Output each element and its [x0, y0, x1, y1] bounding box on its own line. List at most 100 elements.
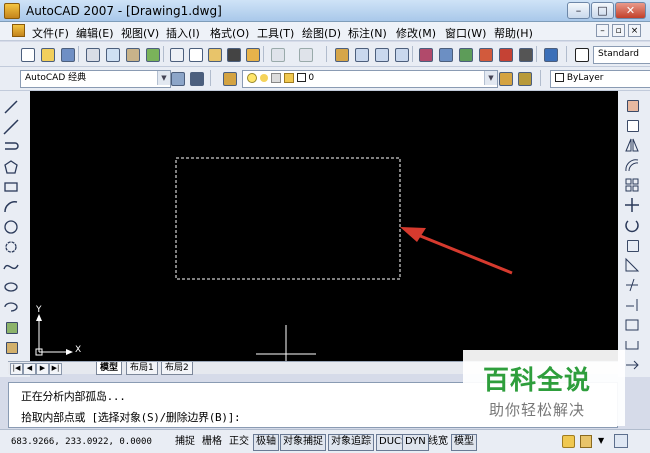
maximize-button[interactable]: □: [591, 2, 614, 19]
mdi-close-button[interactable]: ×: [628, 24, 641, 37]
menu-dimension[interactable]: 标注(N): [348, 25, 387, 41]
minimize-button[interactable]: –: [567, 2, 590, 19]
selected-rectangle[interactable]: [175, 157, 401, 280]
open-icon[interactable]: [38, 45, 56, 63]
menu-edit[interactable]: 编辑(E): [76, 25, 114, 41]
mdi-minimize-button[interactable]: –: [596, 24, 609, 37]
tab-layout2[interactable]: 布局2: [161, 362, 193, 375]
insert-block-icon[interactable]: [3, 319, 19, 335]
previous-tab-button[interactable]: ◀: [23, 363, 36, 375]
cut-icon[interactable]: [167, 45, 185, 63]
extend-icon[interactable]: [624, 297, 640, 313]
markup-icon[interactable]: [496, 45, 514, 63]
workspace-select[interactable]: AutoCAD 经典 ▼: [20, 70, 171, 88]
3d-dwf-icon[interactable]: [143, 45, 161, 63]
arc-icon[interactable]: [3, 199, 19, 215]
copy-object-icon[interactable]: [624, 117, 640, 133]
undo-icon[interactable]: [268, 45, 286, 63]
layer-previous-icon[interactable]: [515, 69, 533, 87]
first-tab-button[interactable]: |◀: [10, 363, 23, 375]
plot-icon[interactable]: [83, 45, 101, 63]
join-icon[interactable]: [624, 337, 640, 353]
save-icon[interactable]: [58, 45, 76, 63]
block-editor-icon[interactable]: [243, 45, 261, 63]
construction-line-icon[interactable]: [3, 119, 19, 135]
rotate-icon[interactable]: [624, 217, 640, 233]
design-center-icon[interactable]: [436, 45, 454, 63]
zoom-previous-icon[interactable]: [392, 45, 410, 63]
object-snap-toggle[interactable]: 对象捕捉: [280, 434, 326, 451]
lineweight-toggle[interactable]: 线宽: [425, 434, 451, 451]
revision-cloud-icon[interactable]: [3, 239, 19, 255]
scale-icon[interactable]: [624, 237, 640, 253]
polyline-icon[interactable]: [3, 139, 19, 155]
drawing-canvas[interactable]: Y X: [30, 91, 618, 361]
spline-icon[interactable]: [3, 259, 19, 275]
polygon-icon[interactable]: [3, 159, 19, 175]
make-block-icon[interactable]: [3, 339, 19, 355]
mdi-restore-button[interactable]: ▫: [612, 24, 625, 37]
erase-icon[interactable]: [624, 97, 640, 113]
polar-toggle[interactable]: 极轴: [253, 434, 279, 451]
publish-icon[interactable]: [123, 45, 141, 63]
circle-icon[interactable]: [3, 219, 19, 235]
grid-toggle[interactable]: 栅格: [199, 434, 225, 451]
menu-view[interactable]: 视图(V): [121, 25, 159, 41]
snap-toggle[interactable]: 捕捉: [172, 434, 198, 451]
trim-icon[interactable]: [624, 277, 640, 293]
properties-icon[interactable]: [416, 45, 434, 63]
coordinate-display[interactable]: 683.9266, 233.0922, 0.0000: [8, 434, 155, 451]
make-object-layer-current-icon[interactable]: [496, 69, 514, 87]
next-tab-button[interactable]: ▶: [36, 363, 49, 375]
close-button[interactable]: ✕: [615, 2, 646, 19]
zoom-window-icon[interactable]: [372, 45, 390, 63]
lock-toolbar-icon[interactable]: [580, 435, 592, 448]
rectangle-icon[interactable]: [3, 179, 19, 195]
layer-select[interactable]: 0 ▼: [242, 70, 498, 88]
menu-insert[interactable]: 插入(I): [166, 25, 200, 41]
mirror-icon[interactable]: [624, 137, 640, 153]
copy-icon[interactable]: [186, 45, 204, 63]
line-icon[interactable]: [3, 99, 19, 115]
menu-format[interactable]: 格式(O): [210, 25, 249, 41]
status-menu-chevron-icon[interactable]: ▼: [598, 436, 604, 445]
offset-icon[interactable]: [624, 157, 640, 173]
move-icon[interactable]: [624, 197, 640, 213]
document-icon[interactable]: [12, 24, 25, 37]
array-icon[interactable]: [624, 177, 640, 193]
clean-screen-icon[interactable]: [614, 434, 628, 448]
tab-layout1[interactable]: 布局1: [126, 362, 158, 375]
pan-icon[interactable]: [332, 45, 350, 63]
break-icon[interactable]: [624, 317, 640, 333]
stretch-icon[interactable]: [624, 257, 640, 273]
menu-modify[interactable]: 修改(M): [396, 25, 436, 41]
menu-draw[interactable]: 绘图(D): [302, 25, 341, 41]
new-icon[interactable]: [18, 45, 36, 63]
autocad-app-icon[interactable]: [4, 3, 20, 19]
paste-icon[interactable]: [205, 45, 223, 63]
object-tracking-toggle[interactable]: 对象追踪: [328, 434, 374, 451]
menu-file[interactable]: 文件(F): [32, 25, 69, 41]
last-tab-button[interactable]: ▶|: [49, 363, 62, 375]
text-style-select[interactable]: Standard: [593, 46, 650, 64]
save-workspace-icon[interactable]: [187, 69, 205, 87]
command-prompt[interactable]: 拾取内部点或 [选择对象(S)/删除边界(B)]:: [21, 409, 241, 425]
ortho-toggle[interactable]: 正交: [226, 434, 252, 451]
ellipse-icon[interactable]: [3, 279, 19, 295]
text-style-icon[interactable]: [572, 45, 590, 63]
comm-center-icon[interactable]: [562, 435, 575, 448]
menu-help[interactable]: 帮助(H): [494, 25, 533, 41]
menu-window[interactable]: 窗口(W): [445, 25, 486, 41]
workspace-settings-icon[interactable]: [168, 69, 186, 87]
explode-icon[interactable]: [624, 357, 640, 373]
calculator-icon[interactable]: [516, 45, 534, 63]
tool-palettes-icon[interactable]: [456, 45, 474, 63]
plot-preview-icon[interactable]: [103, 45, 121, 63]
match-properties-icon[interactable]: [224, 45, 242, 63]
layer-properties-icon[interactable]: [220, 69, 238, 87]
tab-model[interactable]: 模型: [96, 362, 123, 375]
ellipse-arc-icon[interactable]: [3, 299, 19, 315]
model-space-toggle[interactable]: 模型: [451, 434, 477, 451]
zoom-realtime-icon[interactable]: [352, 45, 370, 63]
redo-icon[interactable]: [296, 45, 314, 63]
